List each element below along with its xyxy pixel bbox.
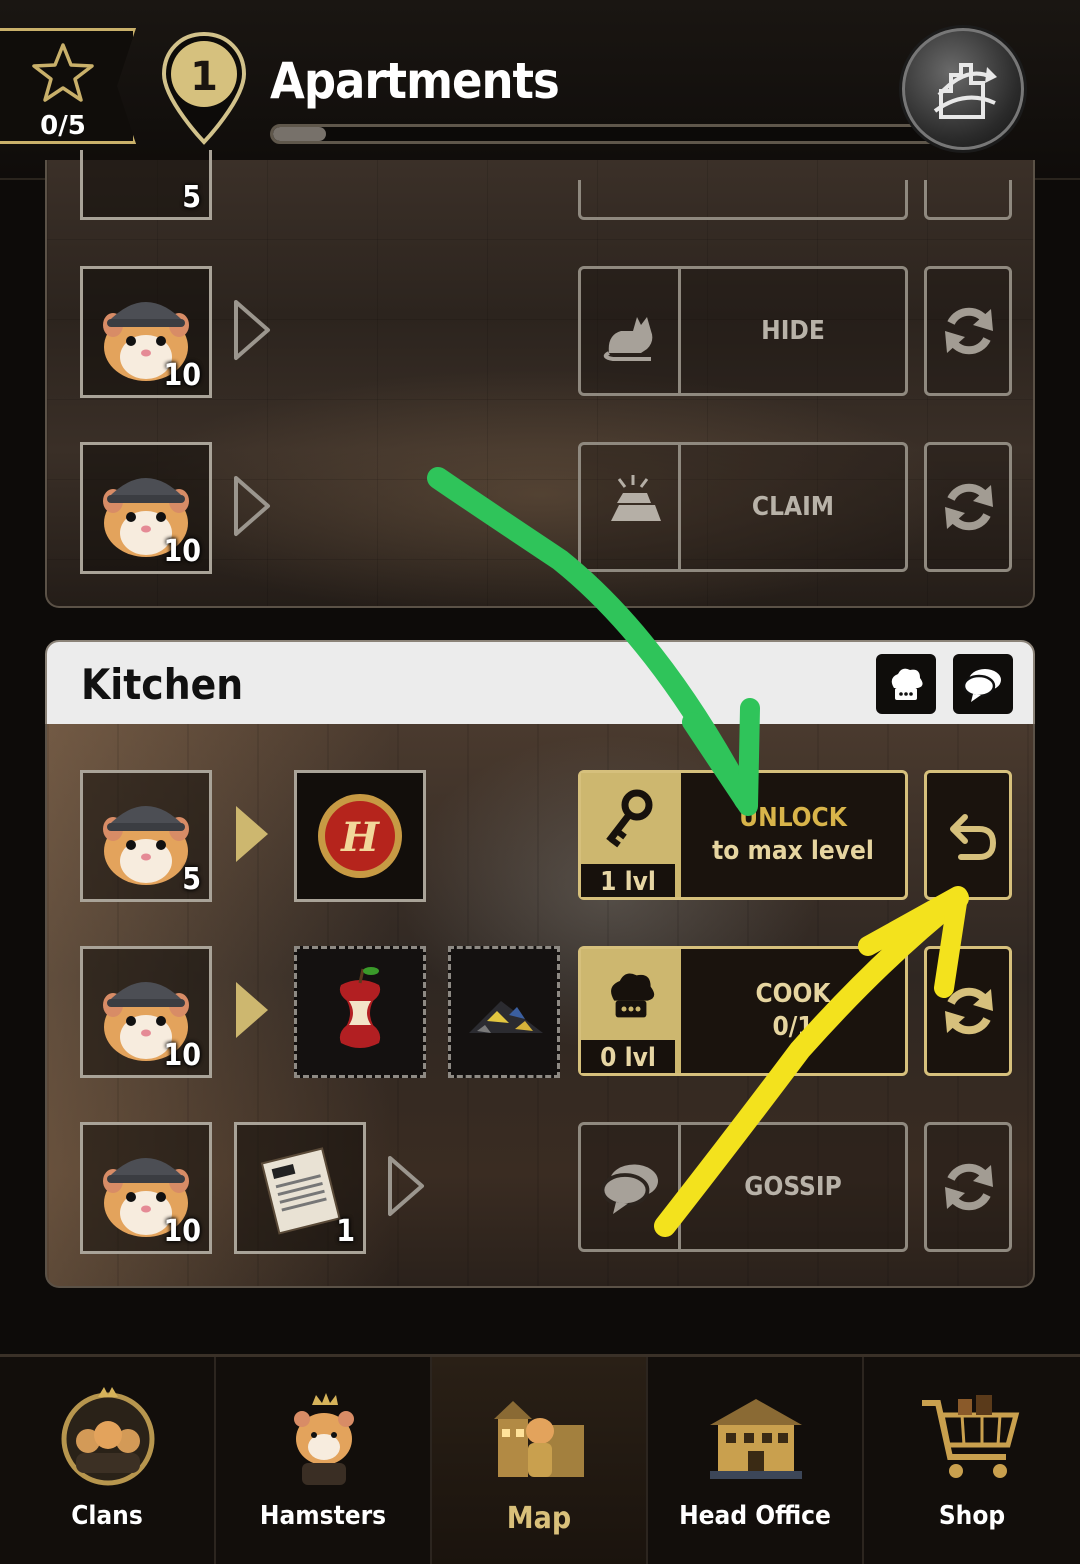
action-label: CLAIM xyxy=(751,491,835,522)
stars-count: 0/5 xyxy=(40,111,86,141)
nav-label: Shop xyxy=(938,1501,1006,1531)
item-count: 1 xyxy=(336,1214,355,1249)
nav-label: Hamsters xyxy=(259,1501,387,1531)
key-icon xyxy=(606,789,653,848)
chef-hat-icon xyxy=(891,668,923,700)
action-label: UNLOCK xyxy=(739,803,847,833)
city-button[interactable] xyxy=(902,28,1024,150)
ingredient-slot[interactable] xyxy=(448,946,560,1078)
map-icon xyxy=(494,1401,584,1477)
claim-action-button[interactable]: CLAIM xyxy=(578,442,908,572)
hamster-slot[interactable]: 10 xyxy=(80,946,212,1078)
refresh-icon xyxy=(945,307,993,355)
location-progress-bar xyxy=(270,124,938,144)
location-number: 1 xyxy=(190,54,218,100)
gossip-action-button[interactable]: GOSSIP xyxy=(578,1122,908,1252)
h-coin-icon: H xyxy=(318,794,402,878)
action-label: HIDE xyxy=(761,315,825,346)
arrow-right-icon xyxy=(388,1156,424,1216)
progress-fill xyxy=(273,127,326,141)
chat-icon xyxy=(601,1164,658,1214)
refresh-button[interactable] xyxy=(924,946,1012,1076)
city-upgrade-icon xyxy=(933,63,997,119)
ingredient-slot[interactable] xyxy=(294,946,426,1078)
nav-hamsters[interactable]: Hamsters xyxy=(216,1357,432,1564)
room-title: Kitchen xyxy=(81,660,244,709)
chat-icon xyxy=(963,669,1001,702)
hamster-slot[interactable]: 10 xyxy=(80,1122,212,1254)
chef-hat-icon xyxy=(611,973,655,1018)
action-button-partial[interactable] xyxy=(578,180,908,220)
shopping-cart-icon xyxy=(922,1395,1020,1478)
hide-action-button[interactable]: HIDE xyxy=(578,266,908,396)
refresh-button[interactable] xyxy=(924,1122,1012,1252)
clans-icon xyxy=(61,1387,155,1486)
refresh-button[interactable] xyxy=(924,442,1012,572)
cook-filter-button[interactable] xyxy=(876,654,936,714)
hamster-slot[interactable]: 10 xyxy=(80,266,212,398)
undo-icon xyxy=(950,814,997,860)
arrow-right-icon xyxy=(236,806,268,862)
level-label: 0 lvl xyxy=(581,1037,678,1073)
unlock-action-button[interactable]: 1 lvl UNLOCK to max level xyxy=(578,770,908,900)
page-title: Apartments xyxy=(270,52,560,110)
refresh-button[interactable] xyxy=(924,266,1012,396)
refresh-button-partial[interactable] xyxy=(924,180,1012,220)
action-sublabel: to max level xyxy=(712,836,874,866)
arrow-right-icon xyxy=(234,300,270,360)
hamster-count: 10 xyxy=(163,1214,201,1249)
svg-text:H: H xyxy=(340,814,380,861)
nav-map[interactable]: Map xyxy=(432,1357,648,1564)
reward-slot[interactable]: H xyxy=(294,770,426,902)
hamster-slot[interactable]: 5 xyxy=(80,150,212,220)
refresh-icon xyxy=(945,1163,993,1211)
bottom-nav: Clans Hamsters Map Head Office Shop xyxy=(0,1354,1080,1564)
hamster-slot[interactable]: 5 xyxy=(80,770,212,902)
cook-action-button[interactable]: 0 lvl COOK 0/1 xyxy=(578,946,908,1076)
head-office-icon xyxy=(710,1399,802,1479)
scrap-pile-icon xyxy=(469,1001,543,1033)
level-label: 1 lvl xyxy=(581,861,678,897)
nav-shop[interactable]: Shop xyxy=(864,1357,1080,1564)
undo-button[interactable] xyxy=(924,770,1012,900)
hamster-count: 5 xyxy=(182,180,201,215)
gold-bar-icon xyxy=(611,475,661,521)
arrow-right-icon xyxy=(236,982,268,1038)
action-progress: 0/1 xyxy=(772,1012,814,1042)
hamster-slot[interactable]: 10 xyxy=(80,442,212,574)
refresh-icon xyxy=(945,483,993,531)
nav-head-office[interactable]: Head Office xyxy=(648,1357,864,1564)
star-icon xyxy=(32,43,94,102)
location-pin[interactable]: 1 xyxy=(158,30,250,148)
cat-icon xyxy=(603,317,653,361)
hamster-count: 10 xyxy=(163,534,201,569)
hamster-count: 5 xyxy=(182,862,201,897)
nav-clans[interactable]: Clans xyxy=(0,1357,216,1564)
item-slot[interactable]: 1 xyxy=(234,1122,366,1254)
nav-label: Clans xyxy=(71,1501,143,1531)
nav-label: Head Office xyxy=(679,1501,831,1531)
hamster-count: 10 xyxy=(163,1038,201,1073)
hamster-count: 10 xyxy=(163,358,201,393)
apple-core-icon xyxy=(339,967,381,1048)
nav-label: Map xyxy=(506,1501,572,1536)
room-header-kitchen: Kitchen xyxy=(45,640,1035,726)
action-label: COOK xyxy=(755,979,831,1009)
chat-filter-button[interactable] xyxy=(953,654,1013,714)
refresh-icon xyxy=(945,987,993,1035)
stars-badge[interactable]: 0/5 xyxy=(0,28,136,144)
arrow-right-icon xyxy=(234,476,270,536)
hamster-icon xyxy=(294,1393,354,1485)
action-label: GOSSIP xyxy=(744,1171,842,1202)
